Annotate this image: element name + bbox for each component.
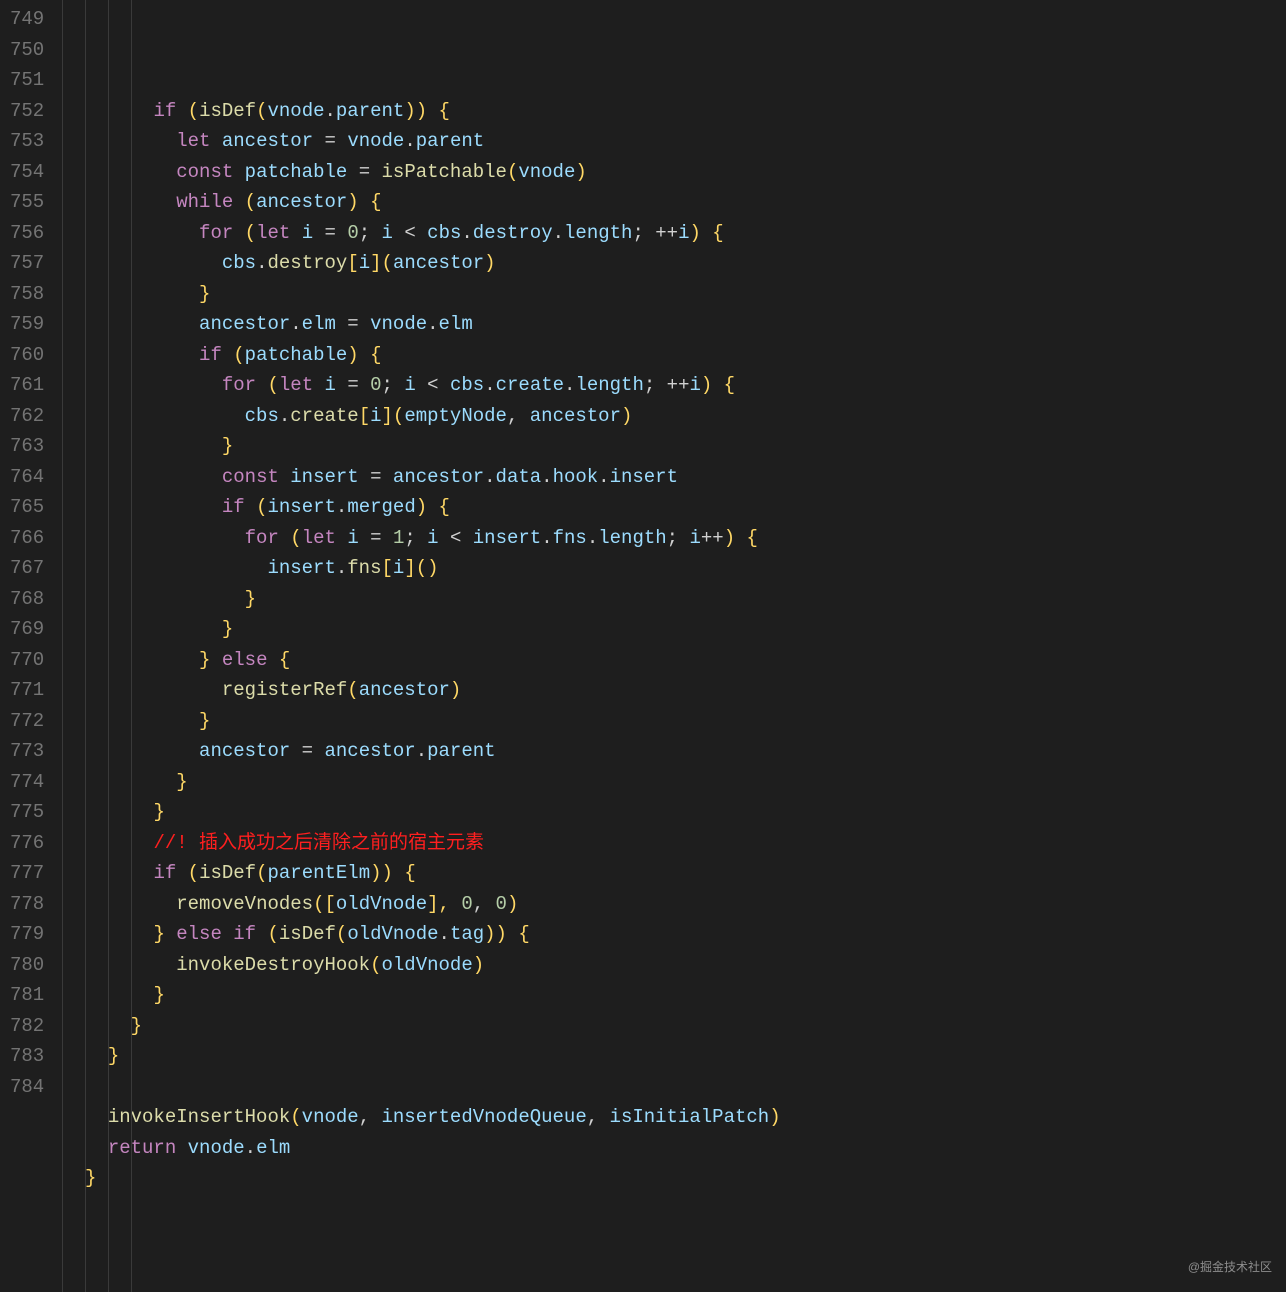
line-number: 770 xyxy=(10,645,44,676)
line-number: 759 xyxy=(10,309,44,340)
line-number: 753 xyxy=(10,126,44,157)
code-line[interactable]: if (isDef(vnode.parent)) { xyxy=(62,96,1286,127)
code-line[interactable]: } xyxy=(62,706,1286,737)
line-number: 757 xyxy=(10,248,44,279)
line-number: 774 xyxy=(10,767,44,798)
code-line[interactable]: for (let i = 0; i < cbs.destroy.length; … xyxy=(62,218,1286,249)
code-area[interactable]: if (isDef(vnode.parent)) { let ancestor … xyxy=(62,0,1286,1292)
code-line[interactable]: return vnode.elm xyxy=(62,1133,1286,1164)
code-editor[interactable]: 7497507517527537547557567577587597607617… xyxy=(0,0,1286,1292)
code-line[interactable]: } xyxy=(62,1011,1286,1042)
line-number: 782 xyxy=(10,1011,44,1042)
line-number: 755 xyxy=(10,187,44,218)
line-number: 771 xyxy=(10,675,44,706)
code-line[interactable]: const patchable = isPatchable(vnode) xyxy=(62,157,1286,188)
line-number: 766 xyxy=(10,523,44,554)
line-number: 779 xyxy=(10,919,44,950)
code-line[interactable]: for (let i = 1; i < insert.fns.length; i… xyxy=(62,523,1286,554)
code-line[interactable]: for (let i = 0; i < cbs.create.length; +… xyxy=(62,370,1286,401)
code-line[interactable]: invokeDestroyHook(oldVnode) xyxy=(62,950,1286,981)
line-number: 776 xyxy=(10,828,44,859)
line-number: 775 xyxy=(10,797,44,828)
line-number: 764 xyxy=(10,462,44,493)
code-line[interactable]: } xyxy=(62,1163,1286,1194)
line-number: 780 xyxy=(10,950,44,981)
line-number: 749 xyxy=(10,4,44,35)
watermark-text: @掘金技术社区 xyxy=(1188,1252,1272,1283)
line-number-gutter: 7497507517527537547557567577587597607617… xyxy=(0,0,62,1292)
line-number: 783 xyxy=(10,1041,44,1072)
line-number: 772 xyxy=(10,706,44,737)
code-line[interactable]: while (ancestor) { xyxy=(62,187,1286,218)
line-number: 752 xyxy=(10,96,44,127)
code-line[interactable]: registerRef(ancestor) xyxy=(62,675,1286,706)
code-line[interactable]: } xyxy=(62,797,1286,828)
code-line[interactable]: } else if (isDef(oldVnode.tag)) { xyxy=(62,919,1286,950)
code-line[interactable]: } xyxy=(62,614,1286,645)
code-line[interactable]: cbs.create[i](emptyNode, ancestor) xyxy=(62,401,1286,432)
line-number: 767 xyxy=(10,553,44,584)
line-number: 769 xyxy=(10,614,44,645)
line-number: 784 xyxy=(10,1072,44,1103)
line-number: 756 xyxy=(10,218,44,249)
code-line[interactable]: ancestor = ancestor.parent xyxy=(62,736,1286,767)
line-number: 761 xyxy=(10,370,44,401)
code-line[interactable]: insert.fns[i]() xyxy=(62,553,1286,584)
code-line[interactable]: if (isDef(parentElm)) { xyxy=(62,858,1286,889)
line-number: 777 xyxy=(10,858,44,889)
code-line[interactable]: } xyxy=(62,431,1286,462)
line-number: 781 xyxy=(10,980,44,1011)
code-line[interactable]: } xyxy=(62,1041,1286,1072)
code-line[interactable]: } xyxy=(62,279,1286,310)
code-line[interactable]: } xyxy=(62,980,1286,1011)
line-number: 751 xyxy=(10,65,44,96)
line-number: 750 xyxy=(10,35,44,66)
line-number: 773 xyxy=(10,736,44,767)
code-line[interactable]: invokeInsertHook(vnode, insertedVnodeQue… xyxy=(62,1102,1286,1133)
code-line[interactable]: } xyxy=(62,584,1286,615)
line-number: 754 xyxy=(10,157,44,188)
line-number: 763 xyxy=(10,431,44,462)
code-line[interactable]: cbs.destroy[i](ancestor) xyxy=(62,248,1286,279)
code-line[interactable]: //! 插入成功之后清除之前的宿主元素 xyxy=(62,828,1286,859)
code-line[interactable]: let ancestor = vnode.parent xyxy=(62,126,1286,157)
line-number: 758 xyxy=(10,279,44,310)
code-line[interactable]: if (insert.merged) { xyxy=(62,492,1286,523)
code-line[interactable]: ancestor.elm = vnode.elm xyxy=(62,309,1286,340)
code-line[interactable]: if (patchable) { xyxy=(62,340,1286,371)
line-number: 762 xyxy=(10,401,44,432)
code-line[interactable]: } xyxy=(62,767,1286,798)
line-number: 765 xyxy=(10,492,44,523)
line-number: 760 xyxy=(10,340,44,371)
code-line[interactable]: removeVnodes([oldVnode], 0, 0) xyxy=(62,889,1286,920)
code-line[interactable] xyxy=(62,1072,1286,1103)
line-number: 768 xyxy=(10,584,44,615)
line-number: 778 xyxy=(10,889,44,920)
code-line[interactable]: } else { xyxy=(62,645,1286,676)
code-line[interactable]: const insert = ancestor.data.hook.insert xyxy=(62,462,1286,493)
